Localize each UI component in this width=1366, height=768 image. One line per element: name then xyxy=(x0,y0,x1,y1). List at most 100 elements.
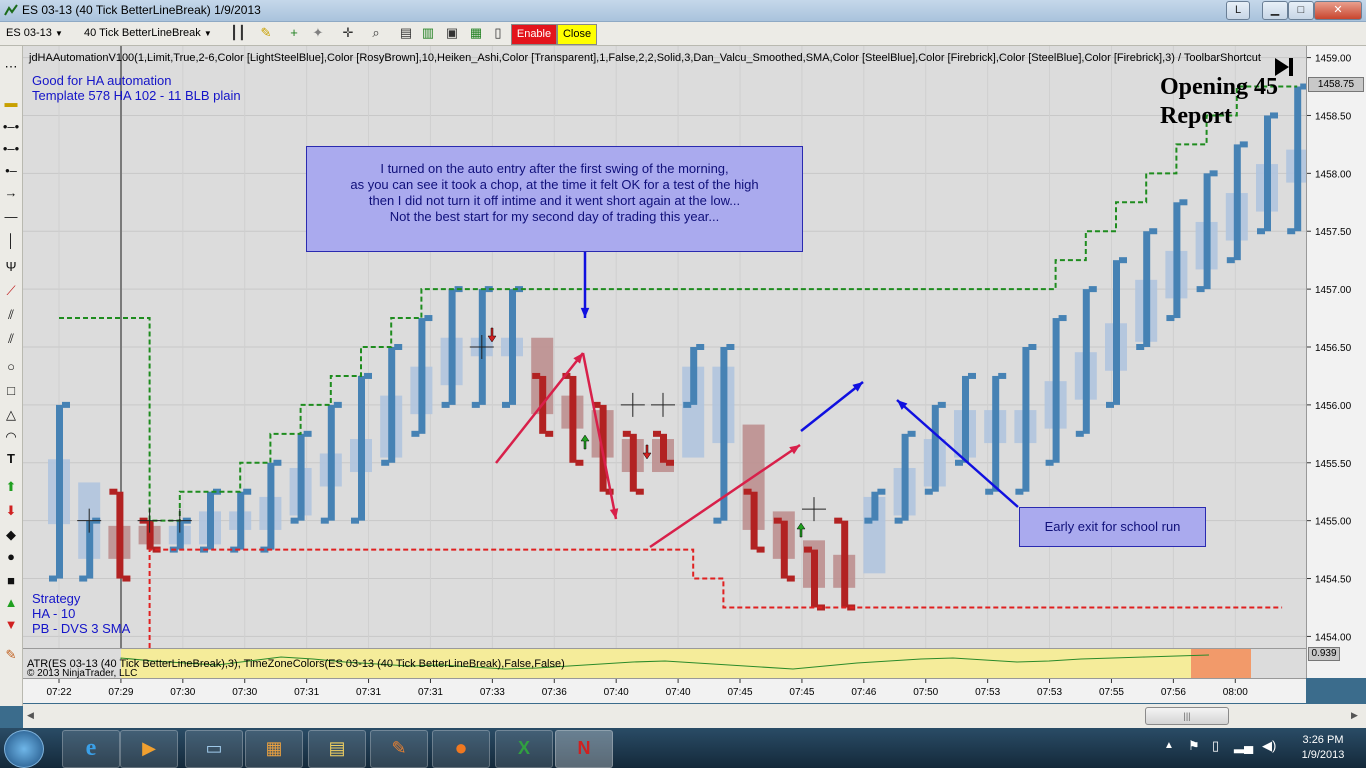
crosshair-icon[interactable]: ✛ xyxy=(340,25,356,41)
bar-close-tick xyxy=(122,575,131,582)
chevron-down-icon: ▼ xyxy=(203,29,212,38)
time-tick-label: 07:53 xyxy=(975,687,1000,698)
triangle-down-icon[interactable]: ▼ xyxy=(2,616,20,634)
pencil-icon[interactable]: ✎ xyxy=(258,25,274,41)
scroll-left-icon[interactable]: ◀ xyxy=(27,710,34,721)
close-window-button[interactable]: ✕ xyxy=(1314,1,1362,20)
price-tick-label: 1456.50 xyxy=(1315,343,1352,354)
note-line-2: as you can see it took a chop, at the ti… xyxy=(350,177,759,192)
bar-type-icon[interactable]: ┃┃ xyxy=(230,25,246,41)
taskbar: e ▶ ▭ ▦ ▤ ✎ ● X N ▲ ⚑ ▯ ▂▄ ◀) 3:26 PM 1/… xyxy=(0,728,1366,768)
line-break-bar xyxy=(1113,260,1120,405)
battery-icon[interactable]: ▯ xyxy=(1212,738,1219,754)
clock[interactable]: 3:26 PM 1/9/2013 xyxy=(1290,733,1356,763)
line-break-bar xyxy=(1052,318,1060,463)
arrow-down-icon[interactable]: ⬇ xyxy=(2,502,20,520)
regression-channel-icon[interactable]: ⫽ xyxy=(2,330,20,348)
window-title: ES 03-13 (40 Tick BetterLineBreak) 1/9/2… xyxy=(22,3,261,17)
price-axis[interactable]: 1459.00 1458.50 1458.00 1457.50 1457.00 1456.… xyxy=(1306,46,1366,678)
dots-icon[interactable]: ⋯ xyxy=(2,58,20,76)
time-tick-label: 07:45 xyxy=(727,687,752,698)
vertical-line-icon[interactable]: │ xyxy=(2,232,20,250)
line-break-bar xyxy=(207,491,214,550)
line-break-bar xyxy=(841,520,849,608)
bar-open-tick xyxy=(622,430,631,437)
media-player-icon[interactable]: ▶ xyxy=(120,730,178,768)
remote-desktop-icon[interactable]: ▭ xyxy=(185,730,243,768)
start-button[interactable] xyxy=(4,730,44,768)
scroll-thumb[interactable]: ||| xyxy=(1145,707,1229,725)
line-break-bar xyxy=(992,375,1000,492)
text-icon[interactable]: T xyxy=(2,450,20,468)
excel-icon[interactable]: X xyxy=(495,730,553,768)
price-axis-canvas: 1459.00 1458.50 1458.00 1457.50 1457.00 1456.… xyxy=(1307,54,1352,643)
scroll-right-icon[interactable]: ▶ xyxy=(1351,710,1358,721)
enable-button[interactable]: Enable xyxy=(511,24,557,45)
add-indicator-icon[interactable]: + xyxy=(286,25,302,41)
timezone-band-late xyxy=(1191,649,1251,679)
chart-style-icon[interactable]: ▥ xyxy=(420,25,436,41)
properties-icon[interactable]: ▤ xyxy=(398,25,414,41)
ninjatrader-icon[interactable]: N xyxy=(555,730,613,768)
line-icon[interactable]: •– xyxy=(2,162,20,180)
tray-arrow-icon[interactable]: ▲ xyxy=(1164,740,1174,751)
note-line-1: I turned on the auto entry after the fir… xyxy=(380,161,729,176)
fibonacci-icon[interactable]: ⫽ xyxy=(2,306,20,324)
gann-fan-icon[interactable]: ⟋ xyxy=(2,282,20,300)
time-tick-label: 07:55 xyxy=(1099,687,1124,698)
bar-open-tick xyxy=(1106,401,1114,408)
interval-selector[interactable]: 40 Tick BetterLineBreak ▼ xyxy=(84,25,224,41)
volume-icon[interactable]: ◀) xyxy=(1262,738,1276,754)
line-break-bar xyxy=(811,549,818,608)
diamond-icon[interactable]: ◆ xyxy=(2,526,20,544)
line-break-bar xyxy=(660,433,667,463)
square-icon[interactable]: ■ xyxy=(2,572,20,590)
rectangle-icon[interactable]: □ xyxy=(2,382,20,400)
control-panel-icon[interactable]: ▦ xyxy=(245,730,303,768)
flag-icon[interactable]: ⚑ xyxy=(1188,738,1200,754)
zoom-icon[interactable]: ⌕ xyxy=(368,25,384,41)
price-chart[interactable]: jdHAAutomationV100(1,Limit,True,2-6,Colo… xyxy=(23,46,1306,648)
triangle-icon[interactable]: △ xyxy=(2,406,20,424)
bar-close-tick xyxy=(545,430,554,437)
arc-icon[interactable]: ◠ xyxy=(2,428,20,446)
bar-open-tick xyxy=(1075,430,1084,437)
arrow-line-icon[interactable]: → xyxy=(2,184,20,202)
indicator-panel[interactable]: ATR(ES 03-13 (40 Tick BetterLineBreak),3… xyxy=(23,648,1306,679)
ellipse-icon[interactable]: ○ xyxy=(2,358,20,376)
tools-icon[interactable]: ✎ xyxy=(370,730,428,768)
bar-close-tick xyxy=(1239,141,1248,148)
andrews-pitchfork-icon[interactable]: Ψ xyxy=(2,258,20,276)
line-break-bar xyxy=(116,491,124,579)
bar-close-tick xyxy=(394,344,403,350)
dot-icon[interactable]: ● xyxy=(2,548,20,566)
maximize-button[interactable]: □ xyxy=(1288,1,1314,20)
snapshot-icon[interactable]: ▦ xyxy=(468,25,484,41)
price-tick-label: 1455.00 xyxy=(1315,517,1352,528)
horizontal-line-icon[interactable]: — xyxy=(2,208,20,226)
notes-icon[interactable]: ▯ xyxy=(490,25,506,41)
horizontal-scrollbar[interactable]: ◀ ||| ▶ xyxy=(23,704,1366,728)
minimize-button[interactable]: ▁ xyxy=(1262,1,1288,20)
extended-line-icon[interactable]: •–• xyxy=(2,140,20,158)
internet-explorer-icon[interactable]: e xyxy=(62,730,120,768)
bar-open-tick xyxy=(834,517,843,524)
bar-open-tick xyxy=(290,517,299,524)
data-box-icon[interactable]: ▣ xyxy=(444,25,460,41)
instrument-selector[interactable]: ES 03-13 ▼ xyxy=(6,25,76,41)
firefox-icon[interactable]: ● xyxy=(432,730,490,768)
bar-close-tick xyxy=(1149,228,1158,235)
network-icon[interactable]: ▂▄ xyxy=(1234,738,1253,754)
ruler-icon[interactable]: ▬ xyxy=(2,94,20,112)
link-button[interactable]: L xyxy=(1226,1,1250,20)
ray-icon[interactable]: •–• xyxy=(2,118,20,136)
close-button[interactable]: Close xyxy=(557,24,597,45)
time-axis[interactable]: 07:22 07:29 07:30 07:30 07:31 07:31 07:31 07:33… xyxy=(23,678,1306,703)
time-tick-label: 07:31 xyxy=(294,687,319,698)
file-explorer-icon[interactable]: ▤ xyxy=(308,730,366,768)
strategy-icon[interactable]: ✦ xyxy=(310,25,326,41)
remove-drawings-icon[interactable]: ✎ xyxy=(2,646,20,664)
bar-close-tick xyxy=(666,459,674,466)
arrow-up-icon[interactable]: ⬆ xyxy=(2,478,20,496)
triangle-up-icon[interactable]: ▲ xyxy=(2,594,20,612)
